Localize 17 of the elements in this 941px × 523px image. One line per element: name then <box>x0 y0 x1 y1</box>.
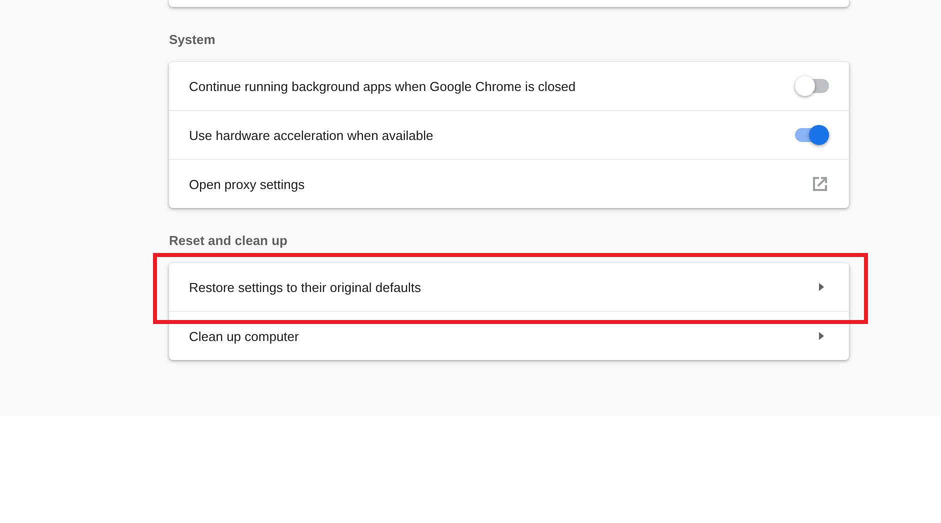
caret-icon[interactable] <box>816 331 826 341</box>
section-heading: System <box>169 31 216 49</box>
toggle-switch[interactable] <box>795 128 829 142</box>
settings-row[interactable]: Clean up computer <box>169 311 849 360</box>
caret-icon[interactable] <box>816 282 826 292</box>
setting-label: Continue running background apps when Google Chrome is closed <box>189 78 576 94</box>
settings-row[interactable]: Open proxy settings <box>169 159 849 208</box>
settings-row[interactable]: Restore settings to their original defaults <box>169 263 849 311</box>
setting-label: Use hardware acceleration when available <box>189 128 434 142</box>
setting-label: Clean up computer <box>189 328 299 344</box>
setting-label: Restore settings to their original defaults <box>189 280 421 294</box>
external-link-icon[interactable] <box>811 175 829 193</box>
settings-row[interactable]: Use hardware acceleration when available <box>169 110 849 159</box>
setting-label: Open proxy settings <box>189 176 305 192</box>
section-heading: Reset and clean up <box>169 232 288 250</box>
toggle-switch[interactable] <box>795 79 829 93</box>
settings-row[interactable]: Continue running background apps when Google Chrome is closed <box>169 62 849 110</box>
